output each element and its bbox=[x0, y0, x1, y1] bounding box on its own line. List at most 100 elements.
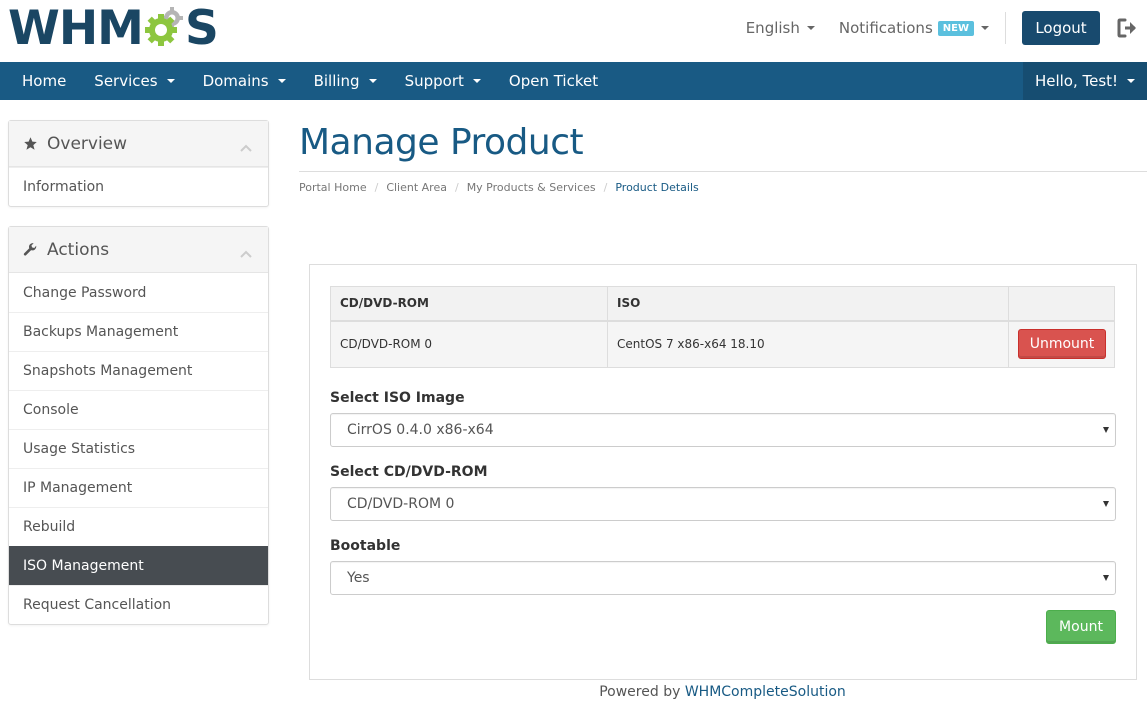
notifications-badge: NEW bbox=[937, 20, 974, 36]
header-divider bbox=[1005, 12, 1006, 44]
overview-title: Overview bbox=[47, 133, 128, 154]
iso-image-select[interactable]: CirrOS 0.4.0 x86-x64 bbox=[330, 413, 1116, 447]
sidebar-actions-panel: Actions Change Password Backups Manageme… bbox=[8, 226, 269, 625]
breadcrumb-client-area[interactable]: Client Area bbox=[386, 181, 447, 194]
breadcrumb-portal-home[interactable]: Portal Home bbox=[299, 181, 367, 194]
caret-down-icon bbox=[981, 26, 989, 30]
bootable-select[interactable]: Yes bbox=[330, 561, 1116, 595]
sidebar-item-label: Backups Management bbox=[23, 324, 179, 340]
cell-drive: CD/DVD-ROM 0 bbox=[330, 320, 608, 368]
sidebar-item-label: Change Password bbox=[23, 284, 147, 301]
nav-billing-label: Billing bbox=[313, 72, 360, 90]
sidebar-item-label: Console bbox=[23, 402, 79, 418]
gear-icon bbox=[144, 7, 184, 47]
column-header-action bbox=[1008, 286, 1115, 322]
user-greeting: Hello, Test! bbox=[1034, 72, 1119, 90]
cell-iso: CentOS 7 x86-x64 18.10 bbox=[607, 320, 1009, 368]
actions-heading[interactable]: Actions bbox=[9, 227, 268, 273]
title-divider bbox=[299, 171, 1147, 172]
breadcrumb-separator: / bbox=[374, 181, 379, 194]
chevron-up-icon[interactable] bbox=[240, 243, 252, 258]
sidebar-item-request-cancellation[interactable]: Request Cancellation bbox=[9, 585, 268, 624]
column-header-iso: ISO bbox=[607, 286, 1009, 322]
bootable-label: Bootable bbox=[330, 538, 401, 554]
sidebar-item-rebuild[interactable]: Rebuild bbox=[9, 507, 268, 546]
notifications-dropdown[interactable]: Notifications NEW bbox=[839, 19, 989, 37]
bootable-value: Yes bbox=[347, 570, 370, 586]
overview-heading[interactable]: Overview bbox=[9, 121, 268, 167]
breadcrumb-product-details: Product Details bbox=[615, 181, 699, 194]
chevron-up-icon[interactable] bbox=[240, 137, 252, 152]
header: WHM S English Notifications NEW Logout bbox=[0, 0, 1147, 62]
sidebar-item-label: IP Management bbox=[23, 480, 133, 496]
table-row: CD/DVD-ROM 0 CentOS 7 x86-x64 18.10 Unmo… bbox=[330, 320, 1115, 368]
caret-down-icon bbox=[166, 79, 175, 83]
nav-domains-label: Domains bbox=[202, 72, 269, 90]
caret-down-icon bbox=[472, 79, 481, 83]
language-selector[interactable]: English bbox=[746, 19, 815, 37]
sidebar-item-label: Information bbox=[23, 179, 105, 195]
caret-down-icon bbox=[1127, 79, 1136, 83]
sidebar-item-usage-statistics[interactable]: Usage Statistics bbox=[9, 429, 268, 468]
breadcrumb: Portal Home / Client Area / My Products … bbox=[299, 181, 699, 194]
main-navbar: Home Services Domains Billing Support Op… bbox=[0, 62, 1147, 100]
cd-dvd-rom-select[interactable]: CD/DVD-ROM 0 bbox=[330, 487, 1116, 521]
unmount-button[interactable]: Unmount bbox=[1018, 329, 1106, 360]
cd-dvd-rom-value: CD/DVD-ROM 0 bbox=[347, 496, 455, 512]
nav-services[interactable]: Services bbox=[80, 62, 188, 100]
notifications-label: Notifications bbox=[838, 19, 933, 37]
sidebar-overview-panel: Overview Information bbox=[8, 120, 269, 207]
nav-domains[interactable]: Domains bbox=[189, 62, 300, 100]
sidebar-item-label: Request Cancellation bbox=[23, 597, 172, 613]
actions-title: Actions bbox=[47, 239, 110, 260]
footer-link[interactable]: WHMCompleteSolution bbox=[685, 684, 846, 700]
sidebar-item-change-password[interactable]: Change Password bbox=[9, 273, 268, 312]
select-arrow-icon bbox=[1103, 575, 1109, 581]
sidebar-item-label: Usage Statistics bbox=[23, 441, 136, 457]
nav-services-label: Services bbox=[94, 72, 158, 90]
sidebar-item-label: ISO Management bbox=[23, 558, 144, 574]
footer: Powered by WHMCompleteSolution bbox=[0, 684, 1147, 700]
nav-home-label: Home bbox=[22, 72, 67, 90]
nav-billing[interactable]: Billing bbox=[300, 62, 391, 100]
sidebar-item-console[interactable]: Console bbox=[9, 390, 268, 429]
top-links: English Notifications NEW Logout bbox=[746, 11, 1147, 45]
logout-button[interactable]: Logout bbox=[1022, 11, 1100, 45]
select-arrow-icon bbox=[1103, 501, 1109, 507]
breadcrumb-separator: / bbox=[454, 181, 459, 194]
sidebar-item-information[interactable]: Information bbox=[9, 167, 268, 206]
logo-text-right: S bbox=[184, 1, 219, 56]
star-icon bbox=[23, 136, 39, 152]
caret-down-icon bbox=[277, 79, 286, 83]
sidebar-item-iso-management[interactable]: ISO Management bbox=[9, 546, 268, 585]
language-label: English bbox=[745, 19, 800, 37]
column-header-drive: CD/DVD-ROM bbox=[330, 286, 608, 322]
breadcrumb-separator: / bbox=[603, 181, 608, 194]
select-arrow-icon bbox=[1103, 427, 1109, 433]
nav-support-label: Support bbox=[404, 72, 464, 90]
sidebar-item-ip-management[interactable]: IP Management bbox=[9, 468, 268, 507]
sign-out-icon[interactable] bbox=[1117, 17, 1139, 39]
whmcs-logo[interactable]: WHM S bbox=[8, 1, 219, 56]
iso-image-value: CirrOS 0.4.0 x86-x64 bbox=[347, 422, 494, 438]
sidebar-item-label: Snapshots Management bbox=[23, 363, 193, 379]
cell-action: Unmount bbox=[1008, 320, 1115, 368]
footer-prefix: Powered by bbox=[599, 684, 681, 700]
logo-text-left: WHM bbox=[8, 1, 144, 56]
mount-button[interactable]: Mount bbox=[1046, 610, 1116, 644]
iso-management-box: CD/DVD-ROM ISO CD/DVD-ROM 0 CentOS 7 x86… bbox=[309, 264, 1137, 680]
page-title: Manage Product bbox=[299, 122, 584, 163]
select-iso-label: Select ISO Image bbox=[330, 390, 465, 406]
wrench-icon bbox=[23, 242, 39, 258]
breadcrumb-my-products[interactable]: My Products & Services bbox=[467, 181, 596, 194]
nav-open-ticket[interactable]: Open Ticket bbox=[495, 62, 612, 100]
sidebar-item-backups[interactable]: Backups Management bbox=[9, 312, 268, 351]
sidebar-item-snapshots[interactable]: Snapshots Management bbox=[9, 351, 268, 390]
caret-down-icon bbox=[806, 26, 815, 30]
sidebar-item-label: Rebuild bbox=[23, 519, 76, 535]
nav-home[interactable]: Home bbox=[8, 62, 80, 100]
nav-support[interactable]: Support bbox=[391, 62, 495, 100]
select-drive-label: Select CD/DVD-ROM bbox=[330, 464, 488, 480]
mounted-iso-table: CD/DVD-ROM ISO CD/DVD-ROM 0 CentOS 7 x86… bbox=[330, 286, 1115, 368]
user-menu[interactable]: Hello, Test! bbox=[1023, 62, 1147, 100]
